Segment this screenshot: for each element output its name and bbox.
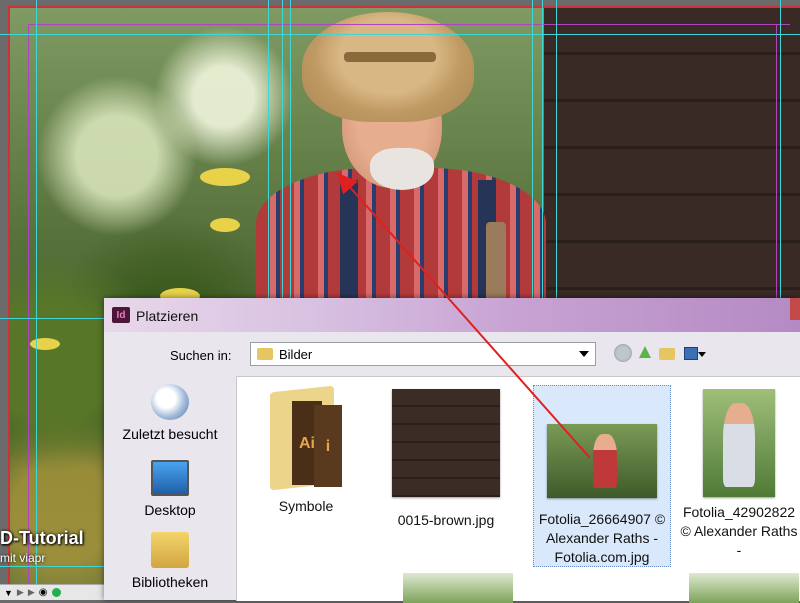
place-label: Zuletzt besucht bbox=[122, 426, 218, 442]
file-item[interactable]: 0015-brown.jpg bbox=[377, 389, 515, 530]
close-button[interactable] bbox=[790, 298, 800, 320]
look-in-label: Suchen in: bbox=[170, 348, 232, 363]
straw-hat bbox=[302, 12, 474, 122]
folder-icon: Ai i bbox=[266, 383, 346, 491]
margin-guide-left bbox=[28, 24, 29, 600]
views-icon[interactable] bbox=[682, 344, 706, 362]
place-libraries[interactable]: Bibliotheken bbox=[110, 532, 230, 590]
prev-page-icon[interactable]: ▶ bbox=[17, 587, 24, 598]
back-icon[interactable] bbox=[614, 344, 632, 362]
next-page-icon[interactable]: ▶ bbox=[28, 587, 35, 598]
look-in-value: Bilder bbox=[279, 347, 313, 362]
image-thumbnail-partial bbox=[403, 573, 513, 603]
new-folder-icon[interactable] bbox=[658, 344, 676, 362]
row-guide[interactable] bbox=[0, 34, 800, 35]
column-guide[interactable] bbox=[36, 0, 37, 600]
margin-guide-right bbox=[776, 24, 777, 300]
place-dialog: Id Platzieren Suchen in: Bilder Zuletzt … bbox=[104, 298, 800, 603]
image-thumbnail bbox=[703, 389, 775, 497]
column-guide[interactable] bbox=[556, 0, 557, 300]
file-name: Symbole bbox=[278, 498, 334, 514]
dialog-toolbar: Suchen in: Bilder bbox=[110, 334, 800, 374]
look-in-select[interactable]: Bilder bbox=[250, 342, 596, 366]
file-item[interactable]: Fotolia_42902822 © Alexander Raths - bbox=[677, 389, 800, 560]
file-name: Fotolia_26664907 © Alexander Raths - Fot… bbox=[538, 511, 666, 565]
recent-places-icon bbox=[151, 384, 189, 420]
dialog-titlebar[interactable]: Id Platzieren bbox=[104, 298, 800, 332]
desktop-icon bbox=[151, 460, 189, 496]
indesign-app-icon: Id bbox=[112, 307, 130, 323]
place-desktop[interactable]: Desktop bbox=[110, 460, 230, 518]
preflight-ok-icon bbox=[51, 588, 61, 597]
overall-strap-left bbox=[340, 180, 358, 300]
row-guide[interactable] bbox=[0, 318, 104, 319]
column-guide[interactable] bbox=[282, 0, 283, 300]
place-label: Desktop bbox=[144, 502, 196, 518]
column-guide[interactable] bbox=[268, 0, 269, 300]
place-label: Bibliotheken bbox=[131, 574, 209, 590]
dialog-title: Platzieren bbox=[136, 308, 199, 324]
column-guide[interactable] bbox=[290, 0, 291, 300]
watermark-subtitle: mit viapr bbox=[0, 551, 46, 565]
image-thumbnail-partial bbox=[689, 573, 799, 603]
status-bar: ▼ ▶ ▶ ◉ bbox=[0, 584, 104, 600]
hat-band bbox=[344, 52, 436, 62]
file-list[interactable]: Ai i Symbole 0015-brown.jpg Fotolia_2666… bbox=[236, 376, 800, 603]
gardener-beard bbox=[370, 148, 434, 190]
chevron-down-icon[interactable] bbox=[579, 351, 589, 357]
preflight-icon[interactable]: ◉ bbox=[39, 587, 48, 598]
column-guide[interactable] bbox=[542, 0, 543, 300]
column-guide[interactable] bbox=[532, 0, 533, 300]
column-guide[interactable] bbox=[780, 0, 781, 300]
page-dropdown-icon[interactable]: ▼ bbox=[4, 588, 13, 598]
file-name: Fotolia_42902822 © Alexander Raths - bbox=[680, 504, 798, 558]
margin-guide-top bbox=[28, 24, 790, 25]
file-name: 0015-brown.jpg bbox=[397, 512, 495, 528]
image-thumbnail bbox=[392, 389, 500, 497]
folder-icon bbox=[257, 348, 273, 360]
row-guide[interactable] bbox=[0, 566, 104, 567]
libraries-icon bbox=[151, 532, 189, 568]
place-recent[interactable]: Zuletzt besucht bbox=[110, 384, 230, 442]
file-item[interactable]: Ai i Symbole bbox=[237, 383, 375, 516]
page-edge-left bbox=[8, 6, 10, 600]
page-edge-top bbox=[10, 6, 800, 8]
file-item-selected[interactable]: Fotolia_26664907 © Alexander Raths - Fot… bbox=[533, 385, 671, 567]
image-thumbnail bbox=[547, 424, 657, 498]
watermark-title: D-Tutorial bbox=[0, 528, 84, 548]
places-bar: Zuletzt besucht Desktop Bibliotheken bbox=[110, 376, 230, 600]
up-folder-icon[interactable] bbox=[636, 344, 654, 362]
